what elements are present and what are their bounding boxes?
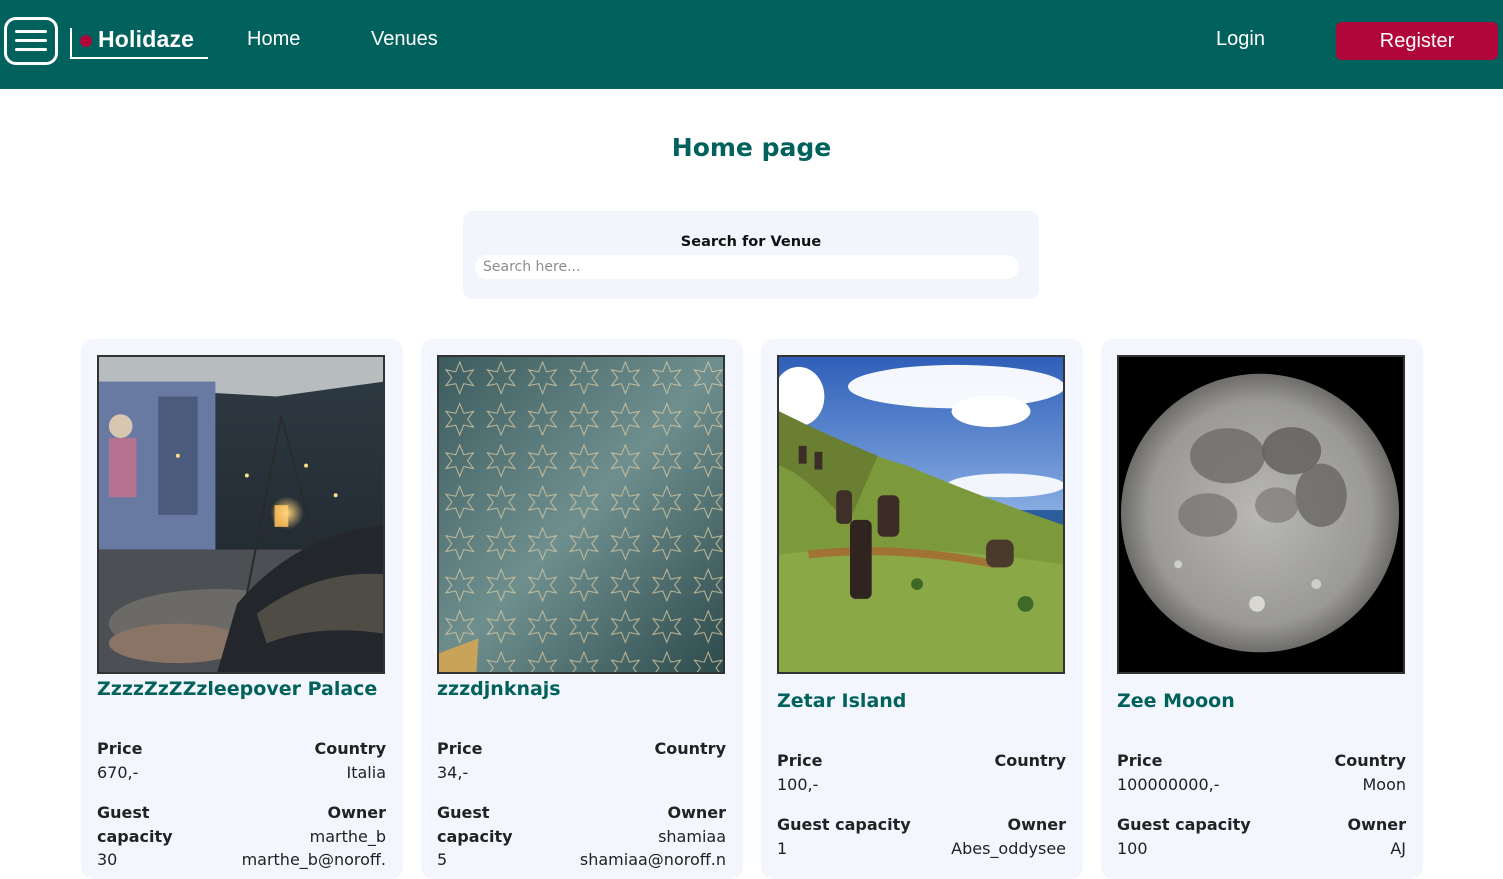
guest-capacity-label-line2: capacity bbox=[97, 827, 173, 846]
country-value: Moon bbox=[1362, 775, 1406, 794]
search-panel: Search for Venue bbox=[463, 211, 1039, 299]
search-input[interactable] bbox=[475, 255, 1019, 279]
logo-text: Holidaze bbox=[98, 26, 195, 52]
holidaze-logo[interactable]: Holidaze bbox=[70, 26, 208, 59]
venue-name[interactable]: zzzdjnknajs bbox=[437, 678, 561, 700]
owner-email: marthe_b@noroff. bbox=[241, 850, 386, 869]
owner-label: Owner bbox=[1007, 815, 1066, 834]
owner-email: shamiaa@noroff.n bbox=[579, 850, 726, 869]
guest-capacity-label-line1: Guest bbox=[97, 803, 150, 822]
venue-card[interactable]: ZzzzZzZZzleepover Palace Price Country 6… bbox=[81, 339, 403, 879]
venue-image[interactable] bbox=[1117, 355, 1405, 674]
owner-label: Owner bbox=[1347, 815, 1406, 834]
owner-value: marthe_b bbox=[309, 827, 386, 846]
price-label: Price bbox=[777, 751, 823, 770]
register-button[interactable]: Register bbox=[1336, 22, 1498, 60]
country-label: Country bbox=[314, 739, 386, 758]
owner-value: AJ bbox=[1390, 839, 1406, 858]
price-value: 100000000,- bbox=[1117, 775, 1220, 794]
price-label: Price bbox=[437, 739, 483, 758]
venue-image[interactable] bbox=[437, 355, 725, 674]
guest-capacity-value: 30 bbox=[97, 850, 118, 869]
price-value: 34,- bbox=[437, 763, 469, 782]
search-label: Search for Venue bbox=[680, 234, 822, 250]
logo-dot-icon bbox=[80, 35, 92, 47]
page-title: Home page bbox=[671, 133, 832, 162]
venue-name[interactable]: ZzzzZzZZzleepover Palace bbox=[97, 678, 377, 700]
country-label: Country bbox=[654, 739, 726, 758]
guest-capacity-label-line2: capacity bbox=[437, 827, 513, 846]
guest-capacity-value: 5 bbox=[437, 850, 448, 869]
venue-name[interactable]: Zee Mooon bbox=[1117, 690, 1235, 712]
login-link[interactable]: Login bbox=[1216, 28, 1265, 51]
guest-capacity-label-line1: Guest bbox=[437, 803, 490, 822]
price-value: 100,- bbox=[777, 775, 819, 794]
owner-label: Owner bbox=[667, 803, 726, 822]
venue-image[interactable] bbox=[777, 355, 1065, 674]
price-label: Price bbox=[97, 739, 143, 758]
guest-capacity-label: Guest capacity bbox=[1117, 815, 1251, 834]
owner-value: shamiaa bbox=[658, 827, 726, 846]
price-label: Price bbox=[1117, 751, 1163, 770]
venue-image[interactable] bbox=[97, 355, 385, 674]
owner-label: Owner bbox=[327, 803, 386, 822]
venue-card[interactable]: Zee Mooon Price Country 100000000,- Moon… bbox=[1101, 339, 1423, 879]
guest-capacity-value: 100 bbox=[1117, 839, 1148, 858]
nav-home-link[interactable]: Home bbox=[247, 28, 300, 51]
nav-venues-link[interactable]: Venues bbox=[371, 28, 438, 51]
venue-card[interactable]: Zetar Island Price Country 100,- Guest c… bbox=[761, 339, 1083, 879]
guest-capacity-label: Guest capacity bbox=[777, 815, 911, 834]
venue-card[interactable]: zzzdjnknajs Price Country 34,- Guest cap… bbox=[421, 339, 743, 879]
top-navbar: Holidaze Home Venues Login Register bbox=[0, 0, 1503, 89]
owner-value: Abes_oddysee bbox=[951, 839, 1066, 858]
guest-capacity-value: 1 bbox=[777, 839, 788, 858]
country-value: Italia bbox=[346, 763, 387, 782]
price-value: 670,- bbox=[97, 763, 139, 782]
country-label: Country bbox=[1334, 751, 1406, 770]
venue-name[interactable]: Zetar Island bbox=[777, 690, 906, 712]
hamburger-menu-icon[interactable] bbox=[4, 17, 58, 65]
country-label: Country bbox=[994, 751, 1066, 770]
